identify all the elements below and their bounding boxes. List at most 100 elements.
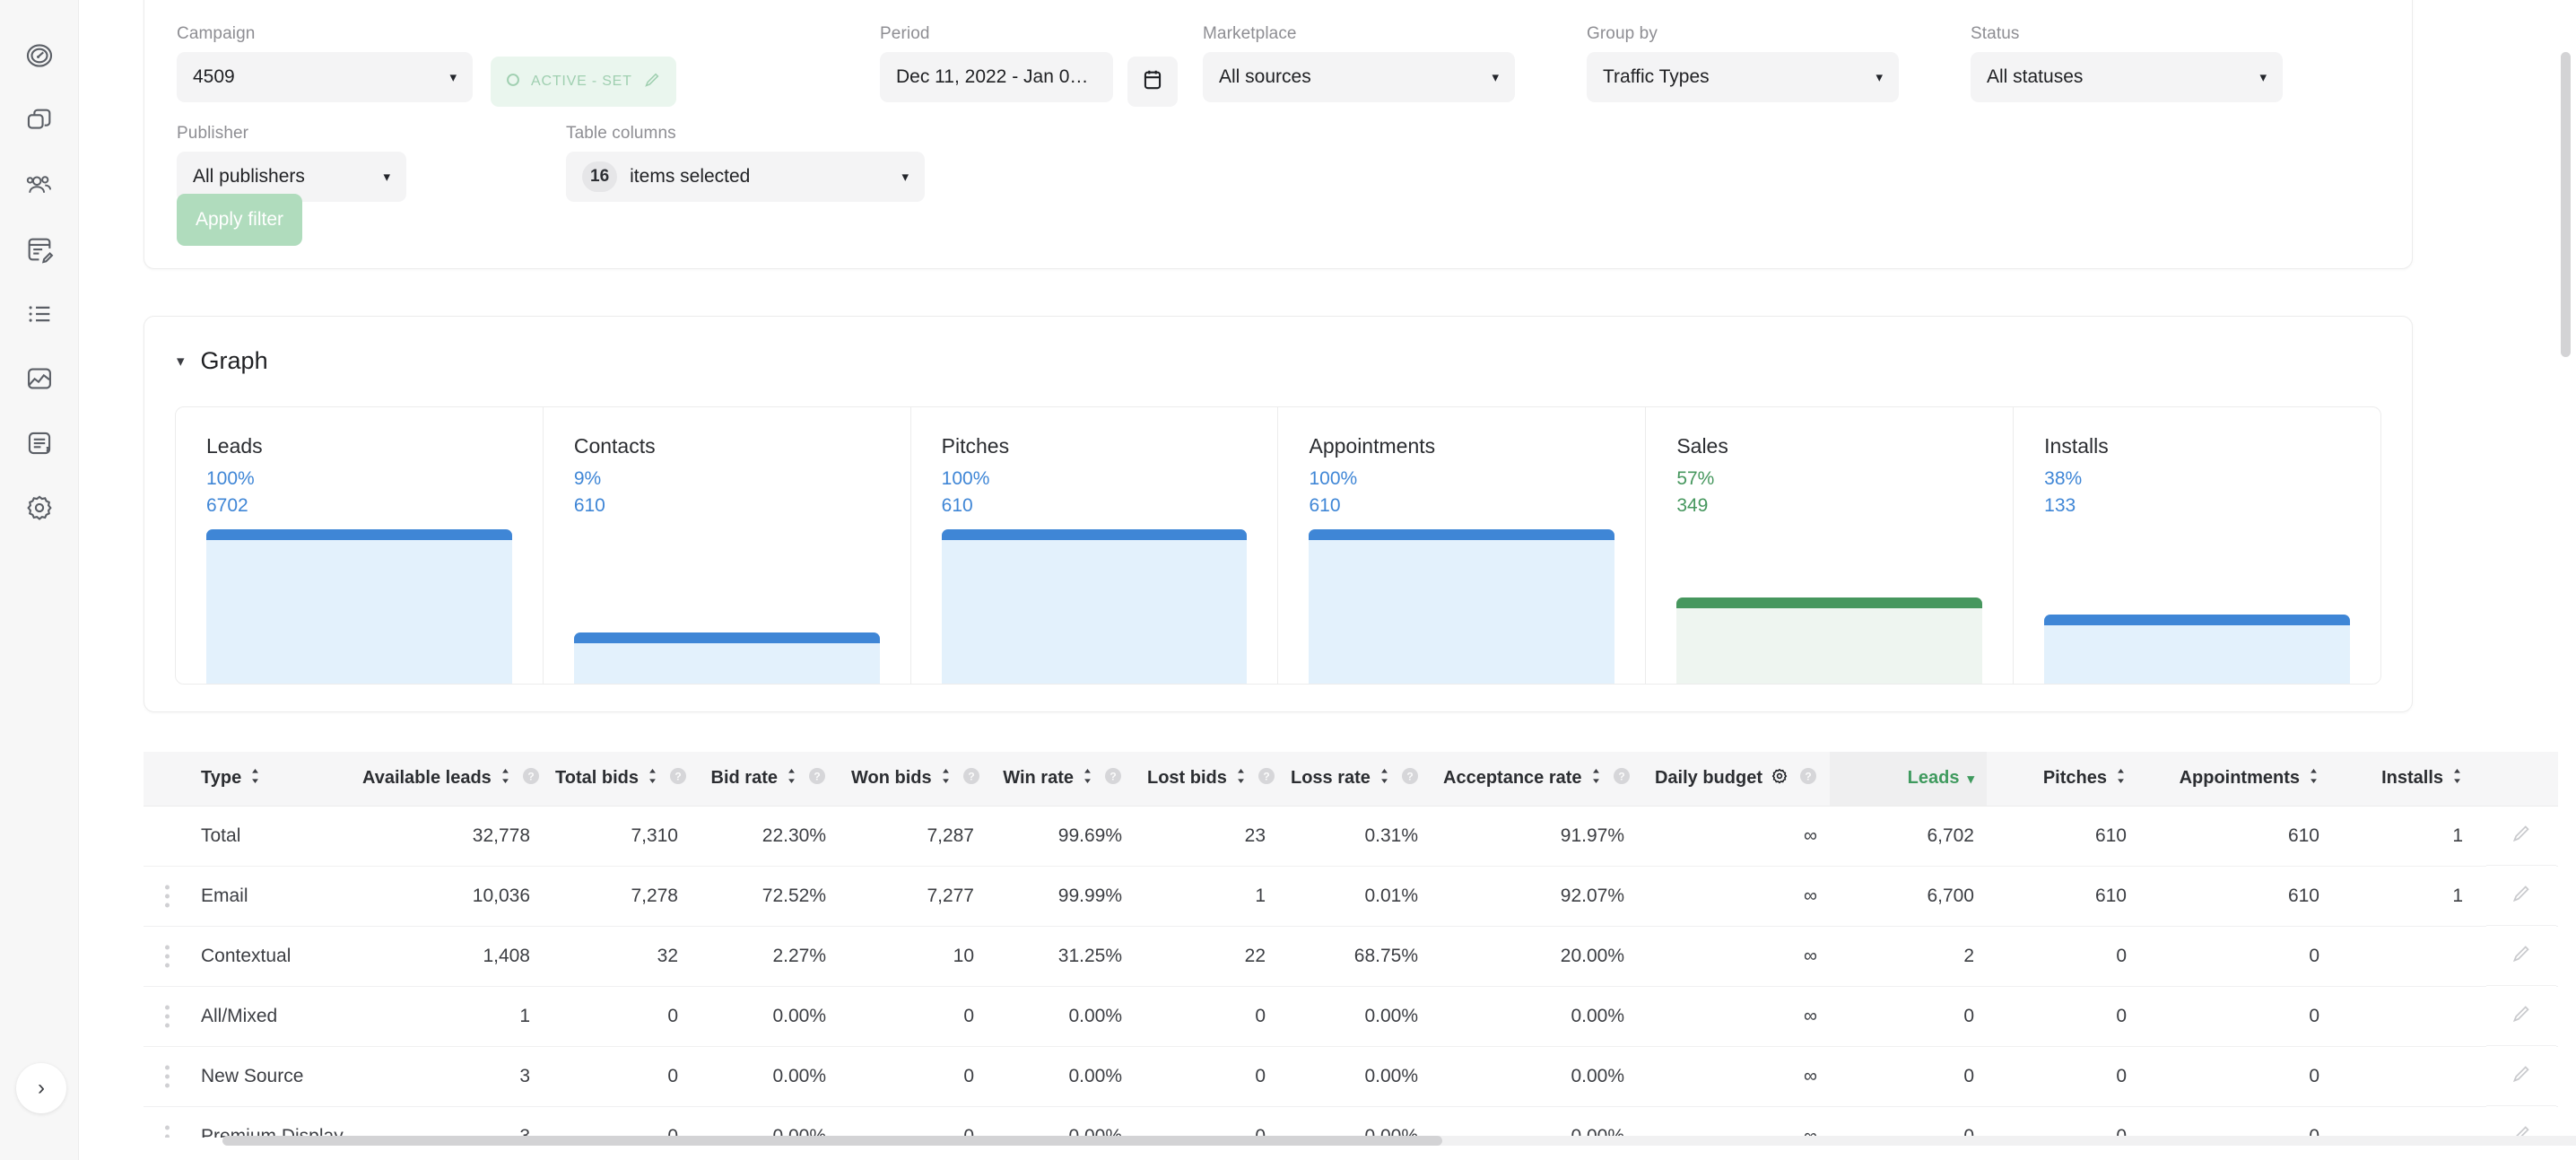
metrics-table: TypeAvailable leads?Total bids?Bid rate?… bbox=[144, 752, 2558, 1138]
daily-budget-gear-icon[interactable] bbox=[1771, 767, 1788, 790]
table-header-loss-rate[interactable]: Loss rate? bbox=[1278, 752, 1431, 806]
campaign-status-chip[interactable]: ACTIVE - SET bbox=[491, 57, 676, 107]
row-drag-handle-icon[interactable] bbox=[165, 885, 170, 907]
table-cell bbox=[2332, 986, 2476, 1046]
row-drag-handle-icon[interactable] bbox=[165, 1005, 170, 1027]
table-header-label: Lost bids bbox=[1147, 768, 1227, 789]
table-header-label: Win rate bbox=[1003, 768, 1074, 789]
sidebar-item-audience[interactable] bbox=[14, 160, 65, 210]
funnel-bar bbox=[1676, 597, 1982, 684]
table-header-daily-budget[interactable]: Daily budget? bbox=[1637, 752, 1830, 806]
row-drag-handle-icon[interactable] bbox=[165, 1065, 170, 1087]
table-row[interactable]: New Source300.00%00.00%00.00%0.00%∞000 bbox=[144, 1046, 2558, 1106]
table-header-leads[interactable]: Leads▾ bbox=[1830, 752, 1987, 806]
table-header-pitches[interactable]: Pitches bbox=[1987, 752, 2139, 806]
sidebar-item-dashboard[interactable] bbox=[14, 31, 65, 81]
funnel-bar-cap bbox=[942, 529, 1248, 540]
sidebar-item-forms[interactable] bbox=[14, 224, 65, 275]
table-row[interactable]: Email10,0367,27872.52%7,27799.99%10.01%9… bbox=[144, 866, 2558, 926]
column-help-icon[interactable]: ? bbox=[1799, 770, 1817, 789]
row-drag-handle-icon[interactable] bbox=[165, 945, 170, 967]
sort-arrows-icon-wrap[interactable] bbox=[2115, 768, 2127, 789]
table-header-acceptance-rate[interactable]: Acceptance rate? bbox=[1431, 752, 1637, 806]
table-header-won-bids[interactable]: Won bids? bbox=[839, 752, 987, 806]
table-header-available-leads[interactable]: Available leads? bbox=[350, 752, 543, 806]
group-by-select[interactable]: Traffic Types ▾ bbox=[1587, 52, 1899, 102]
table-cell: 0 bbox=[1987, 926, 2139, 986]
table-header-appointments[interactable]: Appointments bbox=[2139, 752, 2332, 806]
help-circle-icon: ? bbox=[522, 767, 540, 785]
table-cell: 1 bbox=[350, 986, 543, 1046]
group-by-label: Group by bbox=[1587, 24, 1899, 44]
chevron-down-icon: ▾ bbox=[901, 169, 909, 185]
sort-arrows-icon-wrap[interactable] bbox=[1379, 768, 1390, 789]
table-cell: 0.00% bbox=[1431, 1106, 1637, 1138]
row-drag-handle-icon[interactable] bbox=[165, 1125, 170, 1138]
table-cell: 0.00% bbox=[691, 1046, 839, 1106]
sidebar-item-billing[interactable] bbox=[14, 418, 65, 468]
sort-arrows-icon-wrap[interactable] bbox=[1235, 768, 1247, 789]
chevron-down-icon: ▾ bbox=[177, 353, 185, 369]
sidebar-item-settings[interactable] bbox=[14, 483, 65, 533]
edit-pencil-icon[interactable] bbox=[642, 70, 662, 94]
sidebar-item-analytics[interactable] bbox=[14, 353, 65, 404]
table-row[interactable]: Contextual1,408322.27%1031.25%2268.75%20… bbox=[144, 926, 2558, 986]
page-content: Campaign 4509 ▾ ACTIVE - SET bbox=[79, 0, 2576, 1160]
table-columns-select[interactable]: 16 items selected ▾ bbox=[566, 152, 925, 202]
vertical-scrollbar-thumb[interactable] bbox=[2561, 52, 2571, 357]
graph-section-toggle[interactable]: ▾ Graph bbox=[144, 317, 268, 375]
row-edit-button[interactable] bbox=[2486, 1046, 2556, 1106]
sort-arrows-icon-wrap[interactable] bbox=[647, 768, 658, 789]
row-edit-button[interactable] bbox=[2486, 986, 2556, 1046]
invoice-dollar-icon bbox=[24, 428, 55, 458]
row-edit-button[interactable] bbox=[2486, 1106, 2556, 1138]
table-header-type[interactable]: Type bbox=[144, 752, 350, 806]
table-header-bid-rate[interactable]: Bid rate? bbox=[691, 752, 839, 806]
sort-arrows-icon-wrap[interactable] bbox=[940, 768, 952, 789]
sort-arrows-icon-wrap[interactable] bbox=[2451, 768, 2463, 789]
sidebar-item-campaigns[interactable] bbox=[14, 95, 65, 145]
apply-filter-button[interactable]: Apply filter bbox=[177, 194, 302, 246]
period-input[interactable]: Dec 11, 2022 - Jan 09, 2023 bbox=[880, 52, 1113, 102]
table-header-lost-bids[interactable]: Lost bids? bbox=[1135, 752, 1278, 806]
status-select[interactable]: All statuses ▾ bbox=[1971, 52, 2283, 102]
funnel-card: Appointments100%610 bbox=[1278, 407, 1646, 684]
horizontal-scrollbar[interactable] bbox=[222, 1136, 2576, 1146]
sort-arrows-icon-wrap[interactable] bbox=[786, 768, 797, 789]
column-help-icon[interactable]: ? bbox=[1104, 770, 1122, 789]
table-cell: 20.00% bbox=[1431, 926, 1637, 986]
sort-arrows-icon-wrap[interactable] bbox=[1590, 768, 1602, 789]
column-help-icon[interactable]: ? bbox=[808, 770, 826, 789]
column-help-icon[interactable]: ? bbox=[1401, 770, 1419, 789]
table-cell: 0.00% bbox=[691, 1106, 839, 1138]
row-edit-button[interactable] bbox=[2486, 866, 2556, 926]
chevron-down-icon: ▾ bbox=[1492, 69, 1499, 85]
table-header-win-rate[interactable]: Win rate? bbox=[987, 752, 1135, 806]
sidebar-expand-button[interactable]: › bbox=[16, 1063, 66, 1113]
sort-arrows-icon-wrap[interactable] bbox=[2308, 768, 2319, 789]
date-picker-button[interactable] bbox=[1127, 57, 1178, 107]
sidebar-item-lists[interactable] bbox=[14, 289, 65, 339]
table-row[interactable]: Total32,7787,31022.30%7,28799.69%230.31%… bbox=[144, 806, 2558, 866]
table-row[interactable]: All/Mixed100.00%00.00%00.00%0.00%∞000 bbox=[144, 986, 2558, 1046]
sort-arrows-icon-wrap[interactable] bbox=[1082, 768, 1093, 789]
column-help-icon[interactable]: ? bbox=[522, 770, 540, 789]
table-columns-count-badge: 16 bbox=[582, 161, 617, 192]
sort-arrows-icon-wrap[interactable] bbox=[500, 768, 511, 789]
funnel-bar bbox=[1309, 529, 1614, 684]
campaign-select[interactable]: 4509 ▾ bbox=[177, 52, 473, 102]
column-help-icon[interactable]: ? bbox=[962, 770, 980, 789]
row-type-label: Email bbox=[201, 885, 248, 906]
column-help-icon[interactable]: ? bbox=[1258, 770, 1275, 789]
column-help-icon[interactable]: ? bbox=[1613, 770, 1631, 789]
table-header-installs[interactable]: Installs bbox=[2332, 752, 2476, 806]
marketplace-select[interactable]: All sources ▾ bbox=[1203, 52, 1515, 102]
row-edit-button[interactable] bbox=[2486, 806, 2556, 866]
row-edit-button[interactable] bbox=[2486, 926, 2556, 986]
vertical-scrollbar[interactable] bbox=[2561, 27, 2571, 1077]
table-header-total-bids[interactable]: Total bids? bbox=[543, 752, 691, 806]
column-help-icon[interactable]: ? bbox=[669, 770, 687, 789]
table-row[interactable]: Premium Display300.00%00.00%00.00%0.00%∞… bbox=[144, 1106, 2558, 1138]
horizontal-scrollbar-thumb[interactable] bbox=[222, 1136, 1442, 1146]
sort-arrows-icon-wrap[interactable] bbox=[249, 768, 261, 789]
